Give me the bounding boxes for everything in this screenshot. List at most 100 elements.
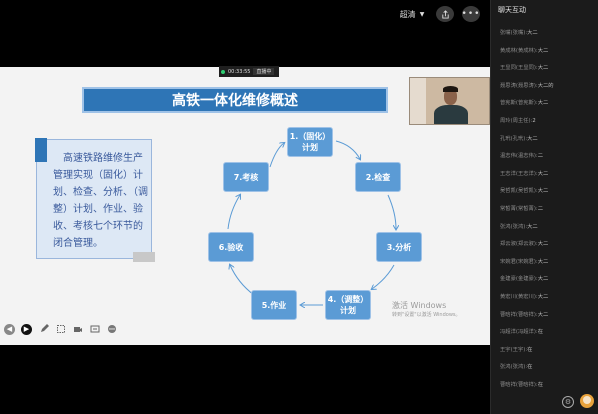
chat-message-sender: 张鸿(张鸿): [500,364,528,371]
chat-title: 聊天互动 [498,6,526,14]
chat-message: 王显同(王显同):大二 [500,63,548,71]
decor-corner [133,252,155,262]
chat-message: 宋婉君(宋婉君):大二 [500,257,548,265]
chat-message-sender: 周玲(周主任): [500,118,533,124]
presenter-webcam[interactable] [409,77,490,125]
camera-icon[interactable] [72,324,83,335]
cycle-node-analyze: 3.分析 [376,232,422,262]
windows-activation-watermark: 激活 Windows 转到"设置"以激活 Windows。 [392,300,461,318]
chat-message-sender: 张鸿(张鸿): [500,223,528,230]
node-line1: 2.检查 [365,172,391,182]
chat-message-sender: 张嘴(张嘴): [500,30,528,36]
chat-message-sender: 郑云淑(郑云淑): [500,241,538,248]
chat-message-text: 大二 [537,188,549,195]
watermark-line1: 激活 Windows [392,301,447,310]
timer-value: 00:33:55 [228,68,251,75]
chat-message-sender: 曹晗祥(曹晗祥): [500,311,538,318]
player-toolbar: ◀ ▶ [4,322,124,336]
chat-message-text: 大二 [527,223,538,230]
chat-message: 张鸿(张鸿):在 [500,362,532,370]
chat-message: 张嘴(张嘴):大二 [500,28,538,36]
node-line1: 3.分析 [386,242,412,252]
chat-message-sender: 金建豪(金建豪): [500,276,538,283]
back-icon[interactable]: ◀ [4,323,15,335]
chat-message-text: 大二 [537,47,549,54]
chat-message-sender: 王显同(王显同): [500,65,538,72]
chat-message: 曾宪斯(曾宪斯):大二 [500,98,548,106]
chat-message-sender: 聂思涛(聂思涛): [500,82,538,89]
watermark-line2: 转到"设置"以激活 Windows。 [392,312,461,318]
chat-message: 张鸿(张鸿):大二 [500,222,538,230]
more-icon[interactable]: ••• [462,6,480,22]
share-icon[interactable] [436,6,454,22]
more-icon[interactable] [106,324,117,335]
chat-message: 聂思涛(聂思涛):大二的 [500,81,554,89]
chat-message: 孔玳(孔玳):大二 [500,134,538,142]
chat-message-sender: 宋婉君(宋婉君): [500,258,538,265]
chat-message: 冯超洋(冯超洋):在 [500,327,543,335]
chat-message: 常皙菁(常皙菁):二 [500,204,543,212]
quality-label: 超清 [399,9,416,19]
settings-icon[interactable]: ⚙ [562,396,574,408]
pen-icon[interactable] [38,324,49,335]
chat-message-text: 大二 [537,276,549,283]
chat-message: 周玲(周主任):2 [500,116,536,124]
chat-message-text: 大二的 [537,82,554,89]
chat-message-text: 大二 [537,170,549,177]
node-line1: 5.作业 [261,300,287,310]
chat-message-sender: 黄宏川(黄宏川): [500,294,538,300]
subtitle-icon[interactable] [89,324,100,335]
chat-message: 曹晗祥(曹晗祥):大二 [500,310,548,318]
webcam-background [410,78,426,124]
chat-message-text: 大二 [537,100,549,107]
quality-selector[interactable]: 超清 ▼ [394,6,430,22]
chat-message-sender: 曹晗祥(曹晗祥): [500,382,538,388]
chat-message-text: 在 [537,382,544,388]
node-line1: 1.（固化） [289,132,331,141]
cycle-arrows [227,140,420,332]
chevron-down-icon: ▼ [419,10,425,18]
top-bar: 超清 ▼ ••• [0,0,490,30]
chat-message-sender: 黄成林(黄成林): [500,47,538,54]
cycle-node-assess: 7.考核 [223,162,269,192]
slide-body-text: 高速铁路维修生产管理实现（固化）计划、检查、分析、（调整）计划、作业、验收、考核… [53,153,148,249]
chat-message: 吴哲凯(吴哲凯):大二 [500,186,548,194]
chat-sidebar: 聊天互动 张嘴(张嘴):大二 黄成林(黄成林):大二 王显同(王显同):大二 聂思涛(… [490,0,598,414]
play-icon[interactable]: ▶ [21,323,32,335]
chat-message-text: 大二 [537,294,549,300]
chat-header: 聊天互动 [491,0,598,20]
decor-corner [35,138,47,162]
node-line2: 计划 [301,143,318,152]
chat-message-text: 大二 [537,311,549,318]
chat-message-text: 大二 [537,241,549,248]
chat-message-sender: 王志洋(王志洋): [500,170,538,177]
chat-message-text: 二 [537,206,544,212]
chat-message-text: 在 [527,364,533,371]
screenshot-icon[interactable] [55,324,66,335]
chat-message: 曹晗祥(曹晗祥):在 [500,380,543,388]
cycle-node-plan: 1.（固化） 计划 [287,127,333,157]
live-dot-icon [221,69,225,74]
chat-message-sender: 常皙菁(常皙菁): [500,206,538,212]
cycle-node-check: 2.检查 [355,162,401,192]
avatar[interactable] [580,394,594,408]
node-line2: 计划 [339,306,356,315]
node-line1: 6.验收 [218,242,244,252]
chat-message: 金建豪(金建豪):大二 [500,274,548,282]
chat-message-text: 大二 [537,65,549,72]
chat-message-sender: 吴哲凯(吴哲凯): [500,188,538,195]
chat-message-sender: 曾宪斯(曾宪斯): [500,100,538,107]
chat-message-sender: 孔玳(孔玳): [500,135,528,142]
live-status: 直播中 [253,68,275,75]
chat-message: 王志洋(王志洋):大二 [500,169,548,177]
node-line1: 7.考核 [233,172,259,182]
chat-message: 黄成林(黄成林):大二 [500,46,548,54]
chat-message: 温志伟(温志伟):二 [500,151,543,159]
chat-message-text: 2 [532,118,536,124]
live-timer: 00:33:55 直播中 [219,66,279,77]
chat-message: 郑云淑(郑云淑):大二 [500,239,548,247]
chat-message-text: 在 [537,329,544,336]
presenter-figure [434,105,468,124]
chat-message-text: 二 [537,153,544,160]
slide-title-bar: 高铁一体化维修概述 [82,87,388,113]
